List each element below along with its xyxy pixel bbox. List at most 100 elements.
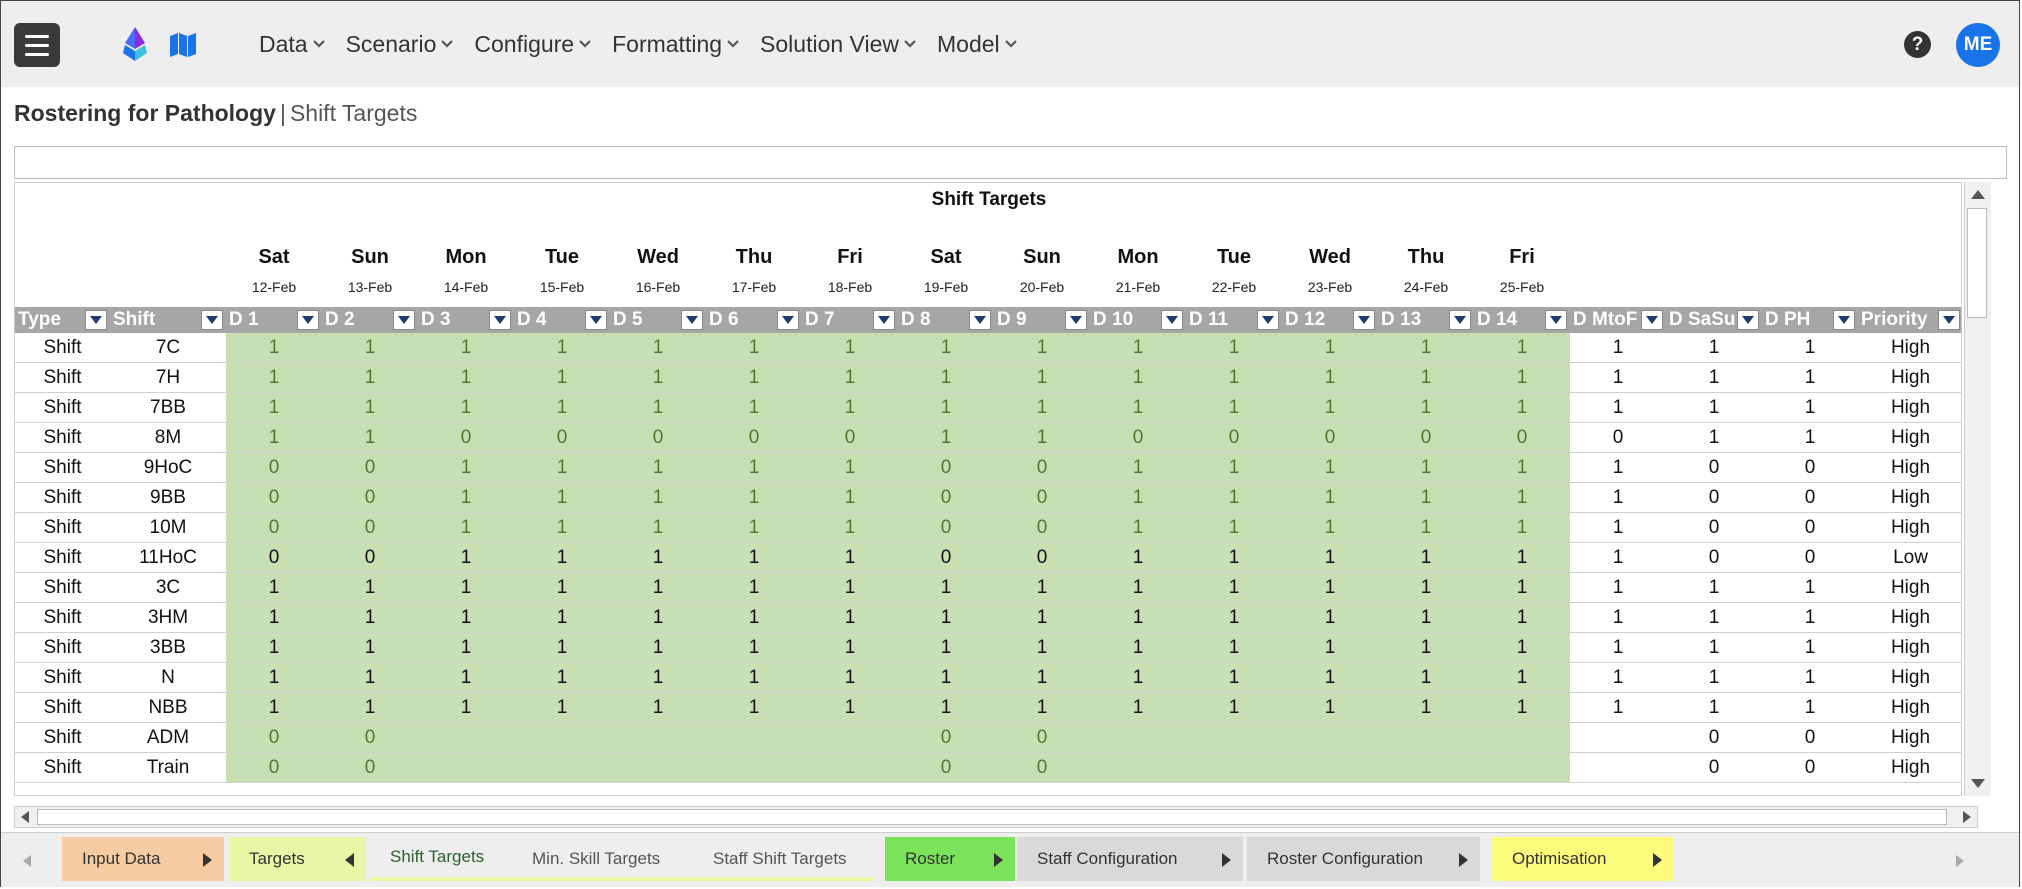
table-cell[interactable]: High (1858, 693, 1961, 722)
table-cell[interactable]: 1 (1570, 453, 1666, 482)
table-cell[interactable]: 7H (110, 363, 226, 392)
table-cell[interactable]: 1 (706, 663, 802, 692)
table-cell[interactable]: 1 (418, 663, 514, 692)
filter-dropdown-icon[interactable] (1938, 310, 1960, 330)
table-cell[interactable]: 1 (1474, 573, 1570, 602)
table-cell[interactable]: 0 (1762, 543, 1858, 572)
table-cell[interactable]: 1 (1378, 603, 1474, 632)
table-cell[interactable]: 1 (1282, 483, 1378, 512)
table-cell[interactable]: 1 (610, 633, 706, 662)
table-cell[interactable]: 1 (994, 603, 1090, 632)
table-cell[interactable]: 1 (610, 393, 706, 422)
table-cell[interactable]: 1 (226, 573, 322, 602)
filter-dropdown-icon[interactable] (1833, 310, 1855, 330)
table-cell[interactable]: 1 (1474, 633, 1570, 662)
table-cell[interactable]: 1 (706, 573, 802, 602)
tab-expand-right-icon[interactable] (1459, 853, 1468, 867)
table-cell[interactable] (1474, 723, 1570, 752)
table-cell[interactable]: 1 (1282, 693, 1378, 722)
table-cell[interactable]: 1 (1378, 393, 1474, 422)
scroll-up-icon[interactable] (1971, 190, 1985, 199)
table-cell[interactable]: 1 (514, 393, 610, 422)
table-cell[interactable]: 1 (1570, 633, 1666, 662)
table-cell[interactable]: 1 (514, 333, 610, 362)
table-cell[interactable] (418, 723, 514, 752)
table-cell[interactable]: 1 (802, 393, 898, 422)
table-cell[interactable]: Shift (15, 363, 110, 392)
table-cell[interactable]: 1 (1186, 543, 1282, 572)
table-cell[interactable]: 1 (1570, 483, 1666, 512)
vertical-scrollbar[interactable] (1964, 182, 1991, 796)
table-cell[interactable]: Shift (15, 663, 110, 692)
table-cell[interactable]: High (1858, 423, 1961, 452)
table-cell[interactable]: High (1858, 603, 1961, 632)
table-cell[interactable]: 1 (514, 603, 610, 632)
table-cell[interactable]: 0 (1666, 753, 1762, 782)
table-cell[interactable]: 1 (1186, 663, 1282, 692)
tab-expand-right-icon[interactable] (994, 853, 1003, 867)
table-cell[interactable]: 1 (418, 603, 514, 632)
table-cell[interactable] (802, 723, 898, 752)
table-cell[interactable]: 1 (994, 573, 1090, 602)
table-cell[interactable]: 1 (1570, 333, 1666, 362)
table-cell[interactable] (802, 753, 898, 782)
table-cell[interactable]: 1 (322, 363, 418, 392)
table-cell[interactable]: 1 (1186, 483, 1282, 512)
table-cell[interactable]: 1 (1378, 543, 1474, 572)
table-cell[interactable]: 1 (1378, 513, 1474, 542)
table-cell[interactable]: Shift (15, 333, 110, 362)
table-cell[interactable]: 0 (994, 723, 1090, 752)
sheet-tab-min-skill-targets[interactable]: Min. Skill Targets (512, 837, 692, 881)
table-cell[interactable]: 1 (898, 333, 994, 362)
table-cell[interactable]: 0 (994, 753, 1090, 782)
table-cell[interactable]: Shift (15, 603, 110, 632)
table-cell[interactable]: High (1858, 483, 1961, 512)
table-cell[interactable]: 0 (1090, 423, 1186, 452)
table-cell[interactable]: 0 (322, 483, 418, 512)
table-cell[interactable]: 1 (1762, 333, 1858, 362)
tab-collapse-left-icon[interactable] (345, 853, 354, 867)
table-cell[interactable]: 1 (610, 543, 706, 572)
table-cell[interactable]: 1 (1762, 393, 1858, 422)
horizontal-scroll-thumb[interactable] (37, 809, 1947, 825)
filter-dropdown-icon[interactable] (1161, 310, 1183, 330)
scroll-right-icon[interactable] (1963, 811, 1971, 823)
table-cell[interactable]: 1 (418, 483, 514, 512)
table-cell[interactable]: 1 (1474, 363, 1570, 392)
table-cell[interactable]: 0 (322, 543, 418, 572)
table-cell[interactable]: 1 (1186, 393, 1282, 422)
table-cell[interactable]: 1 (610, 453, 706, 482)
table-cell[interactable]: 1 (706, 543, 802, 572)
filter-dropdown-icon[interactable] (1065, 310, 1087, 330)
table-cell[interactable]: NBB (110, 693, 226, 722)
table-cell[interactable]: 1 (1666, 393, 1762, 422)
table-cell[interactable]: 1 (322, 663, 418, 692)
table-cell[interactable]: 1 (1378, 483, 1474, 512)
table-cell[interactable]: 1 (322, 633, 418, 662)
table-cell[interactable]: 0 (226, 543, 322, 572)
table-cell[interactable]: 1 (898, 573, 994, 602)
table-cell[interactable]: 1 (898, 363, 994, 392)
table-cell[interactable]: 1 (1570, 513, 1666, 542)
table-cell[interactable]: 1 (226, 603, 322, 632)
table-cell[interactable]: 1 (418, 393, 514, 422)
filter-dropdown-icon[interactable] (1449, 310, 1471, 330)
table-cell[interactable]: 1 (1762, 363, 1858, 392)
table-cell[interactable]: 1 (418, 573, 514, 602)
table-cell[interactable]: Shift (15, 753, 110, 782)
table-cell[interactable]: High (1858, 753, 1961, 782)
table-cell[interactable]: High (1858, 363, 1961, 392)
table-cell[interactable]: 0 (226, 723, 322, 752)
table-cell[interactable]: 1 (1474, 663, 1570, 692)
table-cell[interactable]: 0 (898, 513, 994, 542)
table-cell[interactable]: 1 (1762, 603, 1858, 632)
table-cell[interactable]: 1 (1090, 693, 1186, 722)
table-cell[interactable]: 1 (898, 663, 994, 692)
table-cell[interactable] (1282, 753, 1378, 782)
table-cell[interactable]: 1 (1090, 573, 1186, 602)
table-cell[interactable]: 1 (1186, 573, 1282, 602)
table-cell[interactable]: 0 (802, 423, 898, 452)
table-cell[interactable]: 1 (706, 693, 802, 722)
table-cell[interactable]: Shift (15, 513, 110, 542)
table-cell[interactable]: 1 (322, 423, 418, 452)
